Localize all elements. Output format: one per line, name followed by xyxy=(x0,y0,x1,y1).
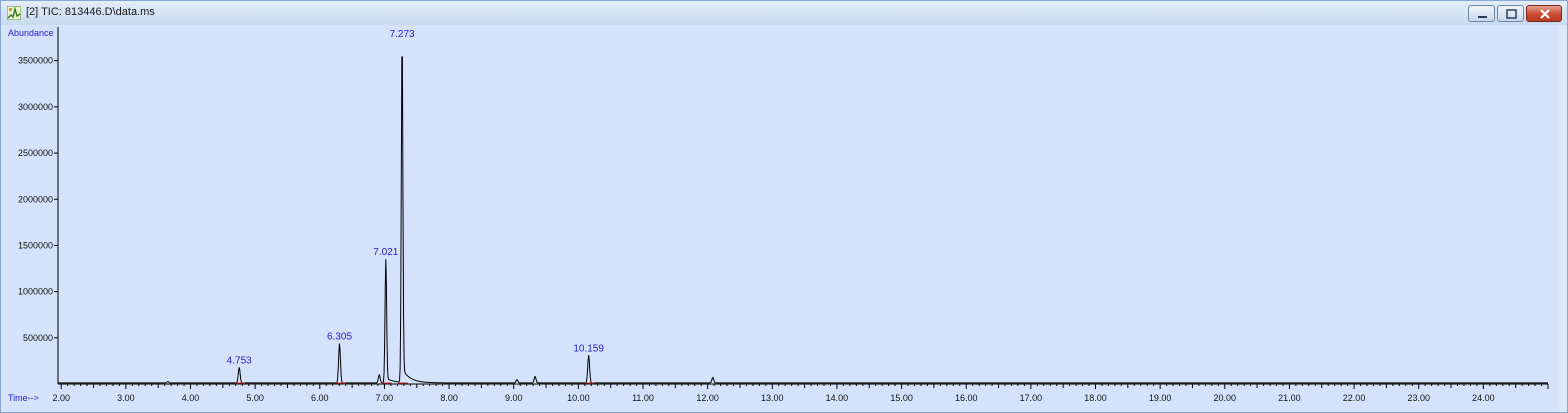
x-tick-label: 15.00 xyxy=(890,393,913,403)
peak-label: 4.753 xyxy=(227,355,252,366)
x-tick-label: 7.00 xyxy=(376,393,394,403)
x-tick-label: 16.00 xyxy=(955,393,978,403)
x-tick-label: 22.00 xyxy=(1343,393,1366,403)
x-tick-label: 2.00 xyxy=(52,393,70,403)
x-tick-label: 6.00 xyxy=(311,393,329,403)
x-tick-label: 20.00 xyxy=(1214,393,1237,403)
minimize-icon xyxy=(1478,16,1487,18)
x-tick-label: 14.00 xyxy=(826,393,849,403)
y-axis-label: Abundance xyxy=(8,28,54,38)
y-tick-label: 2000000 xyxy=(18,194,53,204)
vertical-scrollbar[interactable] xyxy=(1559,25,1567,411)
y-tick-label: 3500000 xyxy=(18,56,53,66)
window-title: [2] TIC: 813446.D\data.ms xyxy=(26,6,155,18)
x-tick-label: 21.00 xyxy=(1278,393,1301,403)
x-tick-label: 4.00 xyxy=(182,393,200,403)
x-tick-label: 9.00 xyxy=(505,393,523,403)
plot-area[interactable]: Abundance Time--> 500000 1000000 1500000 200… xyxy=(7,25,1559,411)
chromatogram-icon xyxy=(7,6,21,20)
x-tick-label: 18.00 xyxy=(1084,393,1107,403)
tic-trace xyxy=(58,56,1548,384)
peak-label: 7.021 xyxy=(373,247,398,258)
maximize-icon xyxy=(1506,9,1517,19)
minimize-button[interactable] xyxy=(1468,5,1495,22)
x-axis-label: Time--> xyxy=(8,393,39,403)
peak-label: 7.273 xyxy=(390,29,415,40)
x-tick-label: 8.00 xyxy=(440,393,458,403)
y-tick-label: 2500000 xyxy=(18,148,53,158)
maximize-button[interactable] xyxy=(1497,5,1524,22)
peak-label: 6.305 xyxy=(327,331,352,342)
x-tick-label: 23.00 xyxy=(1407,393,1430,403)
x-tick-label: 10.00 xyxy=(567,393,590,403)
close-button[interactable] xyxy=(1526,5,1562,22)
y-tick-label: 500000 xyxy=(23,333,53,343)
x-tick-label: 19.00 xyxy=(1149,393,1172,403)
x-tick-label: 12.00 xyxy=(696,393,719,403)
x-tick-label: 17.00 xyxy=(1020,393,1043,403)
x-tick-label: 13.00 xyxy=(761,393,784,403)
tic-chart: Abundance Time--> 500000 1000000 1500000 200… xyxy=(8,27,1549,403)
title-bar[interactable]: [2] TIC: 813446.D\data.ms xyxy=(1,1,1567,25)
chromatogram-window: [2] TIC: 813446.D\data.ms Abundance Time-… xyxy=(0,0,1568,413)
peak-label: 10.159 xyxy=(573,343,604,354)
x-tick-label: 3.00 xyxy=(117,393,135,403)
x-tick-label: 11.00 xyxy=(632,393,654,403)
y-tick-label: 1000000 xyxy=(18,287,53,297)
y-tick-label: 1500000 xyxy=(18,240,53,250)
close-icon xyxy=(1540,9,1550,19)
x-tick-label: 5.00 xyxy=(246,393,264,403)
x-tick-label: 24.00 xyxy=(1472,393,1495,403)
y-tick-label: 3000000 xyxy=(18,102,53,112)
